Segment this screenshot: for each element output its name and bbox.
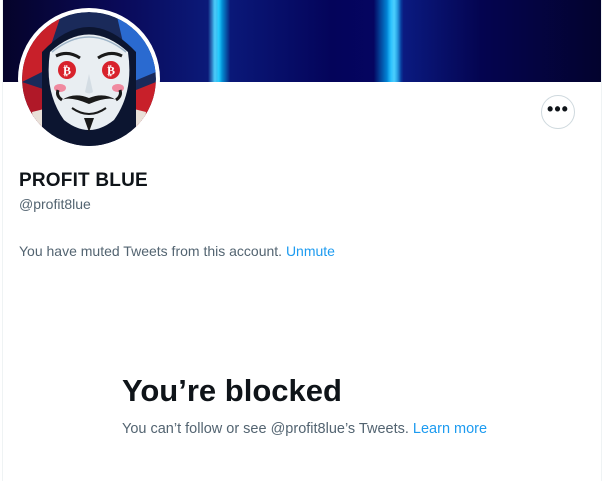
unmute-link[interactable]: Unmute <box>286 243 335 259</box>
blocked-message-text: You can’t follow or see @profit8lue’s Tw… <box>122 421 413 437</box>
svg-text:₿: ₿ <box>107 64 115 78</box>
banner-light-beam <box>208 0 222 82</box>
muted-notice: You have muted Tweets from this account.… <box>19 243 335 259</box>
banner-light-beam <box>387 0 401 82</box>
muted-notice-text: You have muted Tweets from this account. <box>19 243 286 259</box>
blocked-message: You can’t follow or see @profit8lue’s Tw… <box>122 419 492 439</box>
avatar[interactable]: ₿ ₿ <box>18 8 160 150</box>
svg-text:₿: ₿ <box>63 64 71 78</box>
blocked-title: You’re blocked <box>122 373 342 408</box>
profile-handle: @profit8lue <box>19 196 91 212</box>
more-options-button[interactable]: ••• <box>541 95 575 129</box>
learn-more-link[interactable]: Learn more <box>413 421 487 437</box>
more-horizontal-icon: ••• <box>547 99 569 119</box>
profile-name: PROFIT BLUE <box>19 170 148 191</box>
avatar-image: ₿ ₿ <box>22 12 156 146</box>
